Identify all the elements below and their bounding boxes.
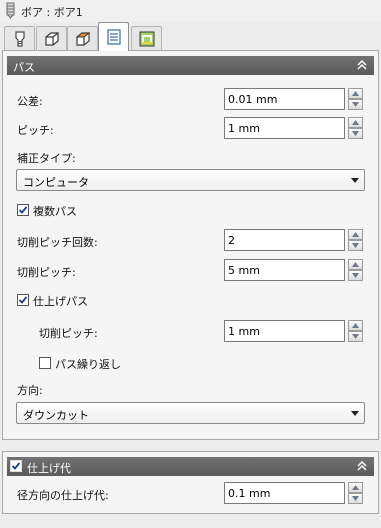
tab-tool[interactable] [4,26,35,50]
arrow-down-icon [352,102,359,107]
arrow-up-icon [352,120,359,125]
arrow-down-icon [352,334,359,339]
compensation-select[interactable]: コンピュータ [16,169,365,191]
spin-down-button[interactable] [348,493,363,504]
radial-stock-label: 径方向の仕上げ代: [17,489,109,502]
stock-checkbox[interactable] [10,460,22,472]
arrow-up-icon [352,485,359,490]
spin-up-button[interactable] [348,88,363,99]
arrow-down-icon [352,496,359,501]
checkmark-icon [12,462,20,470]
direction-select[interactable]: ダウンカット [16,402,365,424]
cut-pitch-count-field[interactable]: 2 [224,229,363,251]
checkmark-icon [19,206,27,214]
cut-pitch-count-spinner[interactable] [348,229,363,251]
compensation-value: コンピュータ [23,176,89,189]
arrow-down-icon [352,273,359,278]
stock-panel: 仕上げ代 径方向の仕上げ代: 0.1 mm [2,451,379,514]
direction-label: 方向: [17,384,43,397]
tab-linking[interactable] [131,26,162,50]
pass-panel: パス 公差: 0.01 mm ピッチ: 1 mm 補正タイプ: コンピュータ 複… [2,50,379,440]
spin-down-button[interactable] [348,270,363,281]
repeat-pass-checkbox[interactable] [39,357,51,369]
compensation-label: 補正タイプ: [17,152,76,165]
arrow-up-icon [352,323,359,328]
finish-cut-pitch-field[interactable]: 1 mm [224,320,363,342]
radial-stock-input[interactable]: 0.1 mm [224,482,345,504]
cut-pitch-input[interactable]: 5 mm [224,259,345,281]
multi-pass-checkbox[interactable] [17,204,29,216]
section-title: パス [13,61,35,74]
repeat-pass-label: パス繰り返し [55,358,121,371]
pitch-label: ピッチ: [17,124,54,137]
cut-pitch-count-label: 切削ピッチ回数: [17,236,98,249]
tolerance-spinner[interactable] [348,88,363,110]
tab-heights[interactable] [67,26,98,50]
dropdown-arrow-icon [351,411,359,416]
bottom-strip [0,514,381,528]
spin-down-button[interactable] [348,331,363,342]
tolerance-label: 公差: [17,95,43,108]
finish-cut-pitch-label: 切削ピッチ: [39,327,98,340]
pass-section-header[interactable]: パス [7,56,374,75]
cube-orange-icon [75,32,91,46]
spin-up-button[interactable] [348,229,363,240]
spin-down-button[interactable] [348,240,363,251]
cut-pitch-field[interactable]: 5 mm [224,259,363,281]
pitch-field[interactable]: 1 mm [224,117,363,139]
collapse-icon[interactable] [355,58,369,72]
stock-icon [139,31,155,47]
finish-pass-label: 仕上げパス [33,295,88,308]
arrow-up-icon [352,91,359,96]
window-title: ボア : ボア1 [21,6,83,19]
tolerance-input[interactable]: 0.01 mm [224,88,345,110]
finish-pass-checkbox[interactable] [17,294,29,306]
section-title: 仕上げ代 [27,462,71,475]
dropdown-arrow-icon [351,178,359,183]
spin-down-button[interactable] [348,128,363,139]
radial-stock-spinner[interactable] [348,482,363,504]
spin-up-button[interactable] [348,259,363,270]
spin-up-button[interactable] [348,320,363,331]
arrow-down-icon [352,243,359,248]
tolerance-field[interactable]: 0.01 mm [224,88,363,110]
bore-icon [6,2,15,19]
cut-pitch-count-input[interactable]: 2 [224,229,345,251]
spin-down-button[interactable] [348,99,363,110]
arrow-up-icon [352,232,359,237]
arrow-down-icon [352,131,359,136]
radial-stock-field[interactable]: 0.1 mm [224,482,363,504]
tab-passes[interactable] [98,22,129,51]
tab-strip [0,22,381,51]
spin-up-button[interactable] [348,117,363,128]
title-bar: ボア : ボア1 [0,0,381,22]
cut-pitch-spinner[interactable] [348,259,363,281]
cube-outline-icon [45,32,59,46]
direction-value: ダウンカット [23,409,89,422]
collapse-icon[interactable] [355,459,369,473]
finish-cut-pitch-spinner[interactable] [348,320,363,342]
pitch-input[interactable]: 1 mm [224,117,345,139]
pitch-spinner[interactable] [348,117,363,139]
finish-cut-pitch-input[interactable]: 1 mm [224,320,345,342]
tool-icon [15,31,25,47]
stock-section-header[interactable]: 仕上げ代 [7,457,374,476]
spin-up-button[interactable] [348,482,363,493]
multi-pass-label: 複数パス [33,205,77,218]
cut-pitch-label: 切削ピッチ: [17,266,76,279]
arrow-up-icon [352,262,359,267]
list-icon [107,29,121,45]
checkmark-icon [19,296,27,304]
tab-geometry[interactable] [36,26,67,50]
